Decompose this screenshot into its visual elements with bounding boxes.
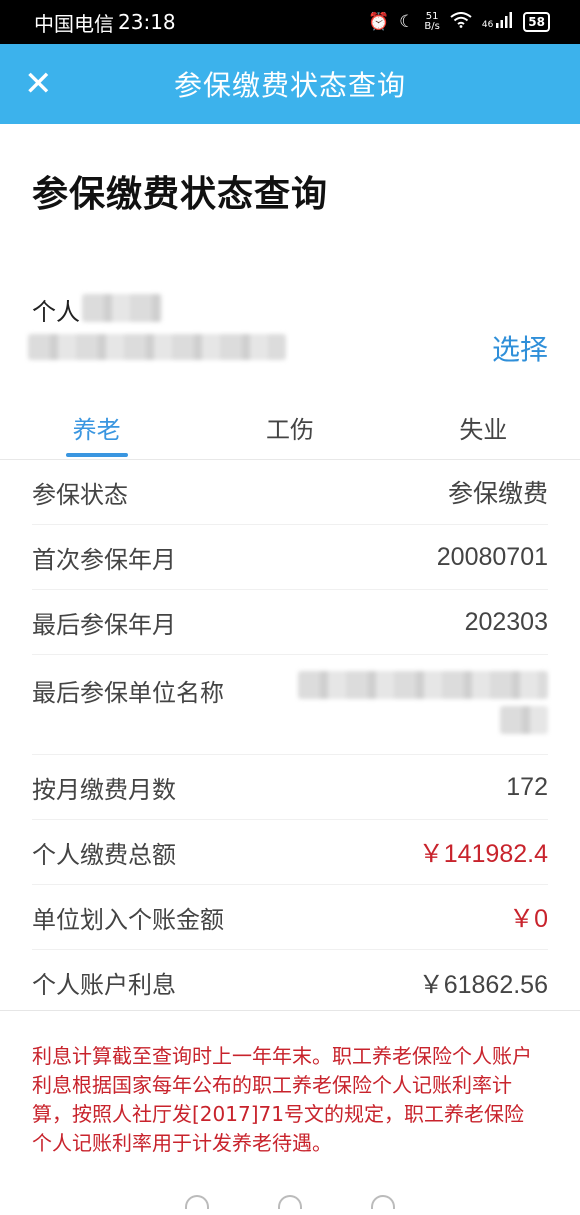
nav-home-icon[interactable]	[277, 1195, 302, 1209]
row-label: 最后参保单位名称	[32, 679, 224, 707]
wifi-icon	[450, 12, 472, 32]
clock: 23:18	[118, 10, 176, 34]
row-label: 参保状态	[32, 480, 128, 509]
status-left: 中国电信 23:18	[34, 8, 176, 37]
info-row-first-date: 首次参保年月 20080701	[32, 525, 548, 590]
interest-note: 利息计算截至查询时上一年年末。职工养老保险个人账户利息根据国家每年公布的职工养老…	[32, 1044, 532, 1155]
tab-unemployment[interactable]: 失业	[387, 400, 580, 459]
redacted-label-part	[82, 294, 162, 322]
info-row-personal-total: 个人缴费总额 ￥141982.4	[32, 820, 548, 885]
system-nav-bar	[0, 1195, 580, 1215]
row-label: 按月缴费月数	[32, 775, 176, 804]
moon-icon: ☾	[399, 11, 415, 32]
divider	[0, 1010, 580, 1011]
signal-icon	[495, 12, 513, 32]
tab-pension[interactable]: 养老	[0, 400, 193, 459]
redacted-personal-id	[28, 334, 286, 360]
info-list: 参保状态 参保缴费 首次参保年月 20080701 最后参保年月 202303 …	[32, 460, 548, 1015]
battery-level: 58	[528, 15, 545, 29]
row-label: 首次参保年月	[32, 545, 176, 574]
net-speed: 51 B/s	[424, 12, 439, 32]
row-value: 172	[506, 772, 548, 801]
network-type: 46	[481, 20, 494, 30]
title-bar: ✕ 参保缴费状态查询	[0, 44, 580, 124]
alarm-icon: ⏰	[367, 11, 390, 32]
select-button[interactable]: 选择	[492, 328, 548, 368]
row-value: ￥61862.56	[418, 970, 548, 999]
personal-id-label: 个人	[32, 298, 80, 326]
nav-menu-icon[interactable]	[184, 1195, 209, 1209]
status-bar: 中国电信 23:18 ⏰ ☾ 51 B/s 46 58	[0, 0, 580, 44]
info-row-months: 按月缴费月数 172	[32, 755, 548, 820]
info-row-interest: 个人账户利息 ￥61862.56	[32, 950, 548, 1015]
row-label: 最后参保年月	[32, 610, 176, 639]
insurance-tabs: 养老 工伤 失业	[0, 400, 580, 460]
row-value: ￥0	[509, 905, 548, 933]
row-value: ￥141982.4	[418, 840, 548, 868]
row-value: 20080701	[436, 542, 548, 571]
carrier-label: 中国电信	[34, 11, 114, 36]
redacted-employer-name	[298, 671, 548, 699]
info-row-last-employer: 最后参保单位名称	[32, 655, 548, 755]
title-bar-title: 参保缴费状态查询	[173, 69, 406, 102]
battery-icon: 58	[523, 12, 550, 32]
redacted-employer-name-cont	[500, 706, 548, 734]
row-value: 202303	[464, 607, 548, 636]
row-label: 个人缴费总额	[32, 840, 176, 869]
info-row-employer-amount: 单位划入个账金额 ￥0	[32, 885, 548, 950]
row-label: 个人账户利息	[32, 971, 176, 999]
net-speed-unit: B/s	[424, 21, 440, 32]
status-right: ⏰ ☾ 51 B/s 46 58	[368, 12, 550, 32]
tab-work-injury[interactable]: 工伤	[193, 400, 386, 459]
row-label: 单位划入个账金额	[32, 905, 224, 934]
close-icon[interactable]: ✕	[24, 64, 56, 104]
info-row-status: 参保状态 参保缴费	[32, 460, 548, 525]
page-title: 参保缴费状态查询	[32, 174, 329, 215]
row-value: 参保缴费	[447, 480, 548, 508]
info-row-last-date: 最后参保年月 202303	[32, 590, 548, 655]
nav-back-icon[interactable]	[371, 1195, 396, 1209]
